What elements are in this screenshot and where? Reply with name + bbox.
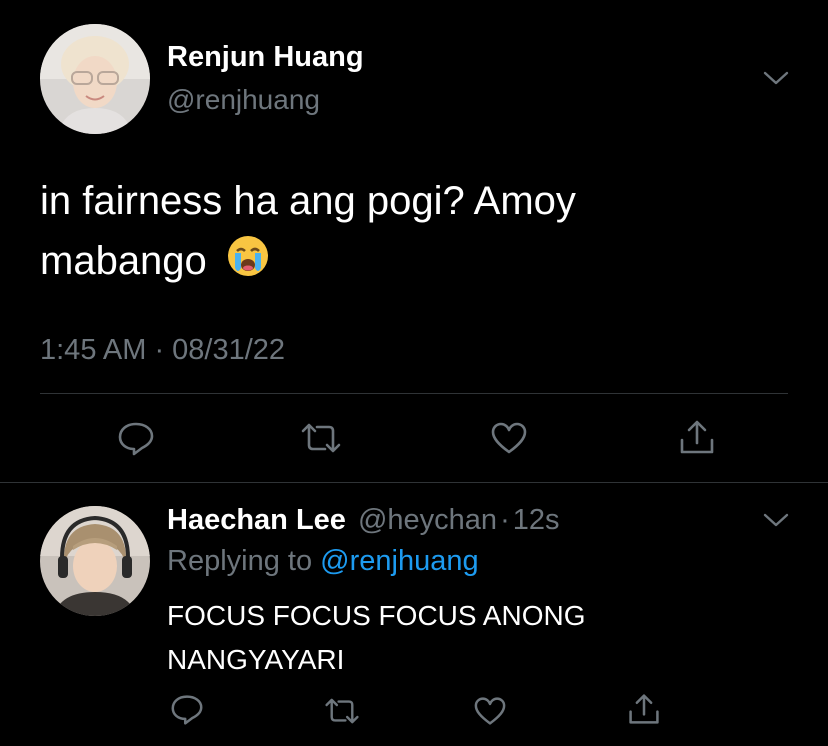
main-tweet-line-2-text: mabango [40,239,207,283]
main-author-handle[interactable]: @renjhuang [167,84,320,116]
replying-to-label: Replying to [167,545,313,577]
reply-separator: · [500,504,510,536]
main-tweet-line-1: in fairness ha ang pogi? Amoy [40,179,576,223]
heart-icon[interactable] [490,421,528,455]
reply-line-1: FOCUS FOCUS FOCUS ANONG [167,600,586,631]
chevron-down-icon[interactable] [763,70,789,86]
reply-text: FOCUS FOCUS FOCUS ANONG NANGYAYARI [167,594,585,682]
reply-icon[interactable] [117,421,155,457]
reply-line-2: NANGYAYARI [167,644,345,675]
section-divider [0,482,828,483]
share-icon[interactable] [678,418,716,456]
crying-face-emoji [226,234,270,295]
haechan-avatar[interactable] [40,506,150,616]
avatar-photo [40,506,150,616]
retweet-icon[interactable] [300,421,342,455]
chevron-down-icon[interactable] [763,512,789,528]
main-tweet-divider [40,393,788,394]
main-tweet-text: in fairness ha ang pogi? Amoy mabango [40,171,800,295]
retweet-icon[interactable] [324,696,360,726]
reply-header: Haechan Lee @heychan · 12s [167,504,560,537]
share-icon[interactable] [627,692,661,726]
replying-to: Replying to @renjhuang [167,545,479,578]
reply-time[interactable]: 12s [513,504,560,536]
main-tweet-line-2: mabango [40,231,800,295]
main-author-name[interactable]: Renjun Huang [167,41,364,74]
avatar-photo [40,24,150,134]
main-tweet-timestamp[interactable]: 1:45 AM · 08/31/22 [40,334,285,367]
heart-icon[interactable] [473,696,507,726]
reply-icon[interactable] [170,694,204,726]
replying-to-link[interactable]: @renjhuang [320,545,478,577]
reply-author-handle[interactable]: @heychan [358,504,497,536]
reply-author-name[interactable]: Haechan Lee [167,504,346,536]
renjun-avatar[interactable] [40,24,150,134]
